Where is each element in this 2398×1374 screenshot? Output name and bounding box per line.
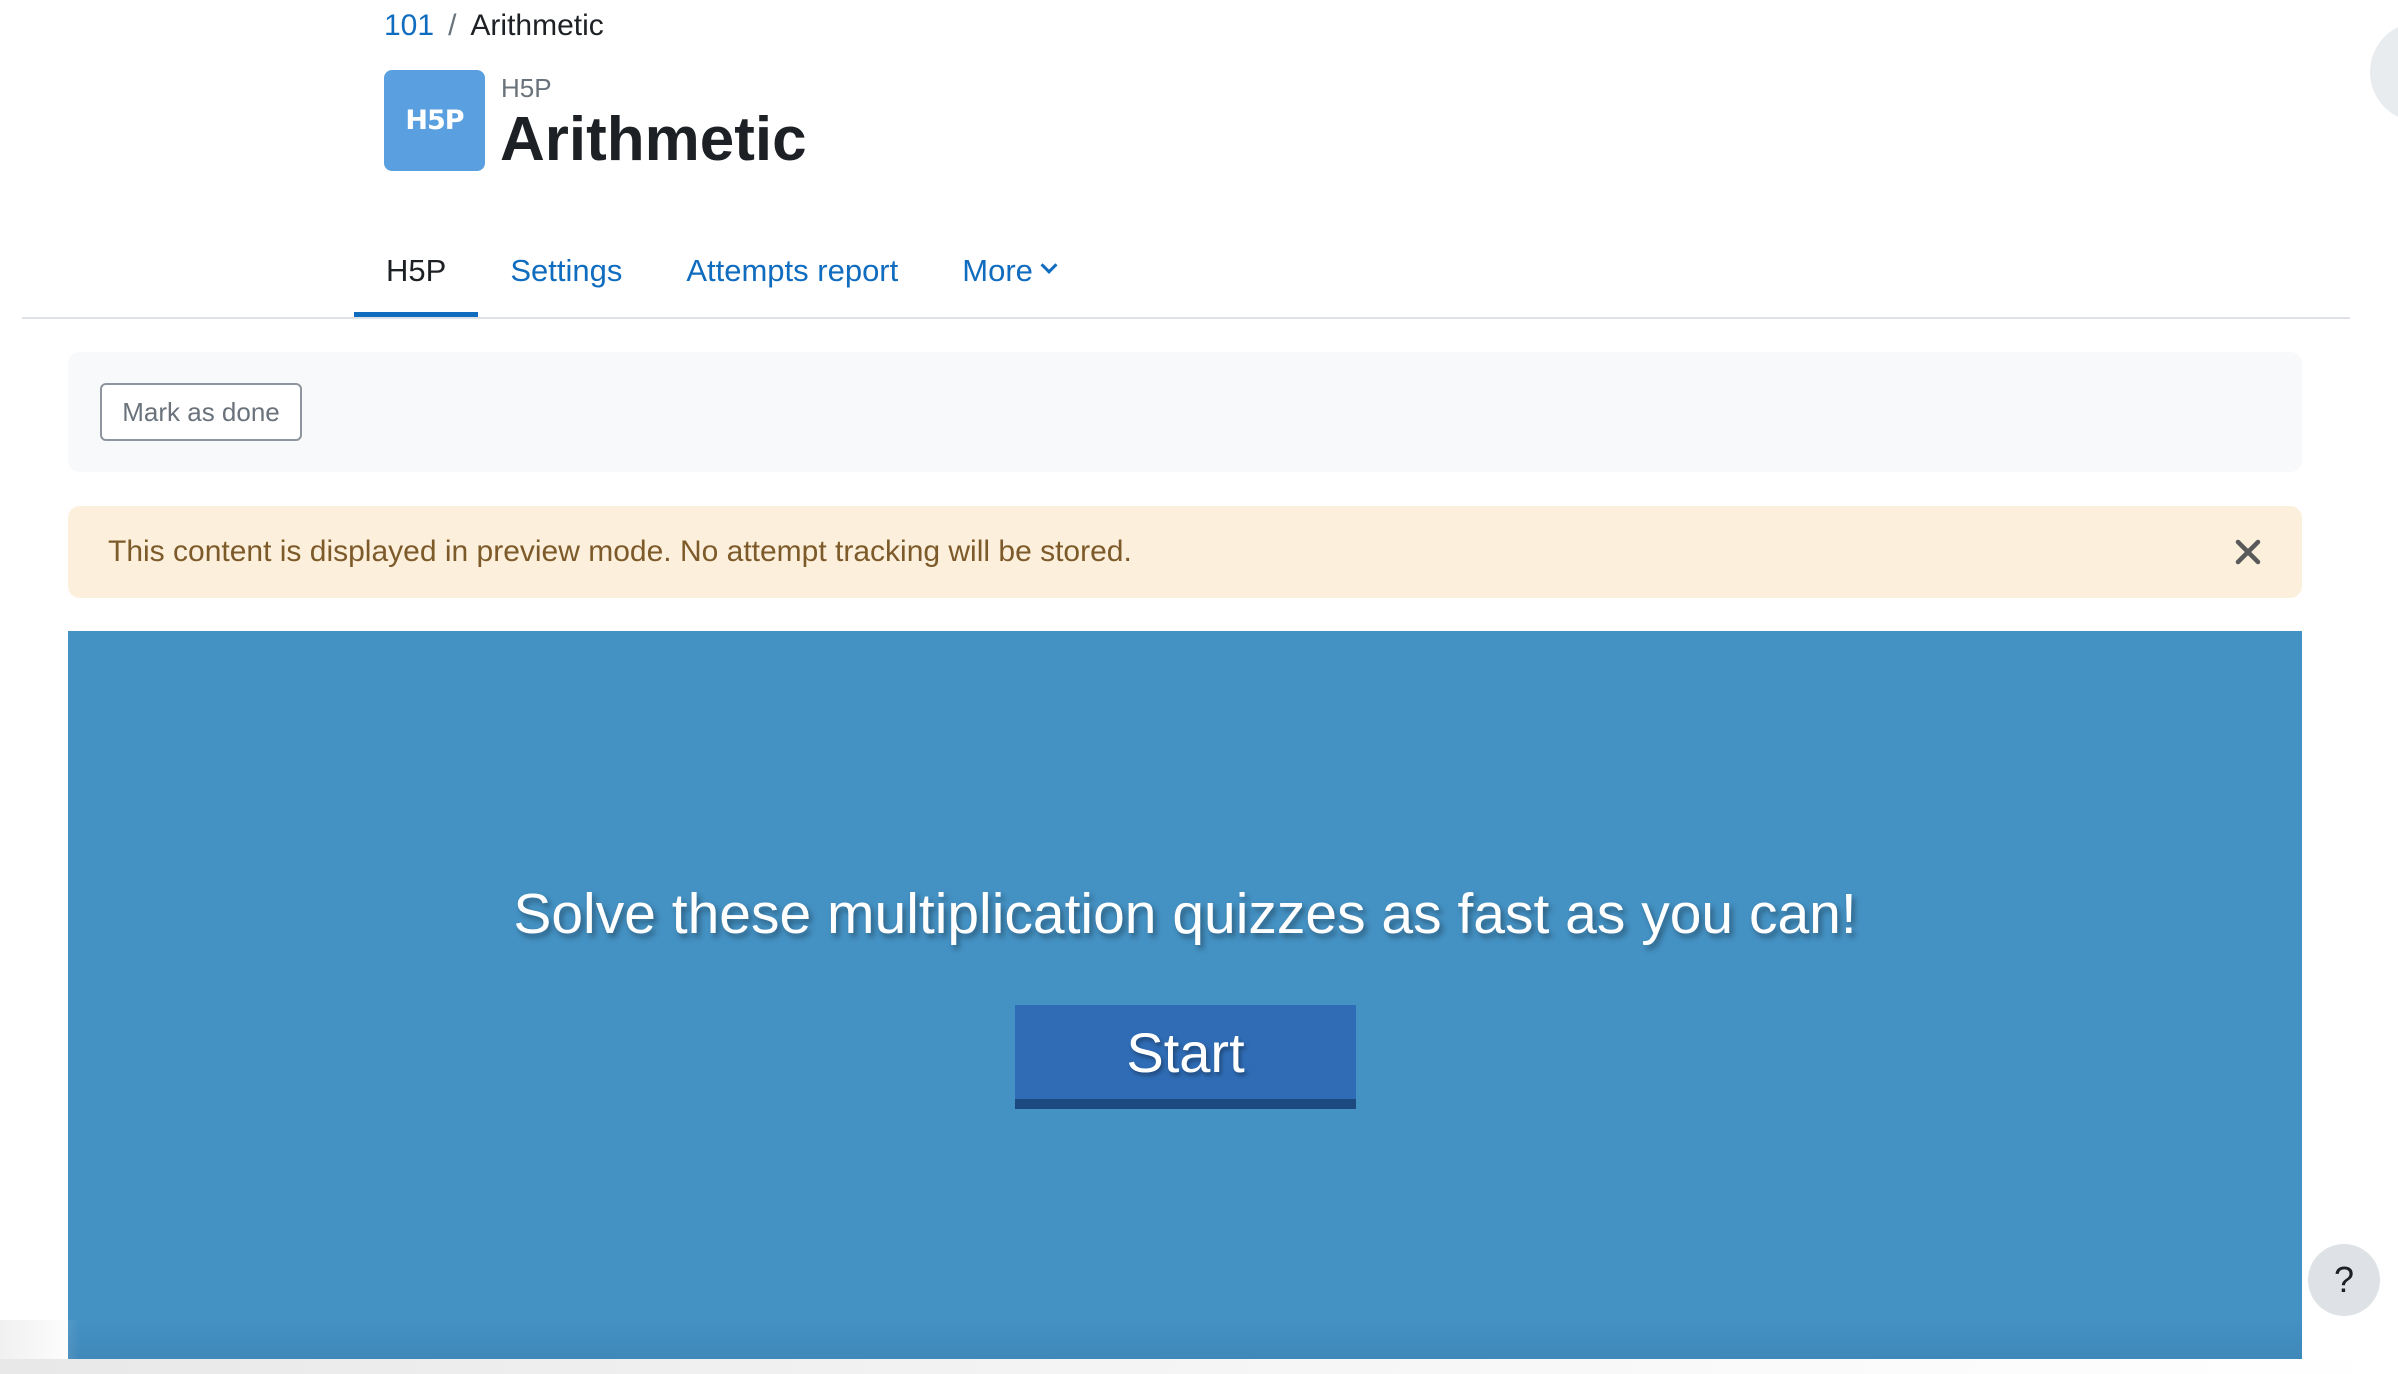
tabs-divider <box>22 317 2350 319</box>
secondary-navigation: H5P Settings Attempts report More <box>354 224 1087 318</box>
breadcrumb: 101 / Arithmetic <box>384 6 604 46</box>
drawer-toggle-button[interactable] <box>2370 22 2398 122</box>
bottom-scroll-edge <box>0 1359 2398 1374</box>
h5p-activity-icon: H5P <box>384 70 485 171</box>
activity-type-label: H5P <box>501 73 552 103</box>
h5p-icon-text: H5P <box>405 105 464 136</box>
chevron-down-icon <box>1040 256 1058 274</box>
help-button[interactable]: ? <box>2308 1244 2380 1316</box>
alert-message: This content is displayed in preview mod… <box>108 535 1132 568</box>
tab-settings-label: Settings <box>510 253 623 288</box>
h5p-intro-text: Solve these multiplication quizzes as fa… <box>513 882 1857 946</box>
tab-attempts-report-label: Attempts report <box>686 253 899 288</box>
mark-as-done-button[interactable]: Mark as done <box>100 383 302 441</box>
tab-attempts-report[interactable]: Attempts report <box>654 224 930 318</box>
help-icon: ? <box>2333 1259 2355 1300</box>
breadcrumb-separator: / <box>448 9 457 42</box>
breadcrumb-current: Arithmetic <box>470 9 604 42</box>
close-icon[interactable] <box>2230 534 2266 570</box>
tab-h5p[interactable]: H5P <box>354 224 479 318</box>
tab-more[interactable]: More <box>930 224 1087 318</box>
page-title: Arithmetic <box>500 105 807 174</box>
start-button[interactable]: Start <box>1015 1005 1356 1109</box>
tab-more-label: More <box>962 253 1033 288</box>
h5p-content-area: Solve these multiplication quizzes as fa… <box>68 631 2302 1359</box>
activity-completion-box: Mark as done <box>68 352 2302 472</box>
preview-mode-alert: This content is displayed in preview mod… <box>68 506 2302 598</box>
tab-settings[interactable]: Settings <box>478 224 654 318</box>
breadcrumb-course-link[interactable]: 101 <box>384 6 434 46</box>
page: 101 / Arithmetic H5P H5P Arithmetic H5P … <box>0 0 2398 1374</box>
tab-h5p-label: H5P <box>386 253 447 288</box>
